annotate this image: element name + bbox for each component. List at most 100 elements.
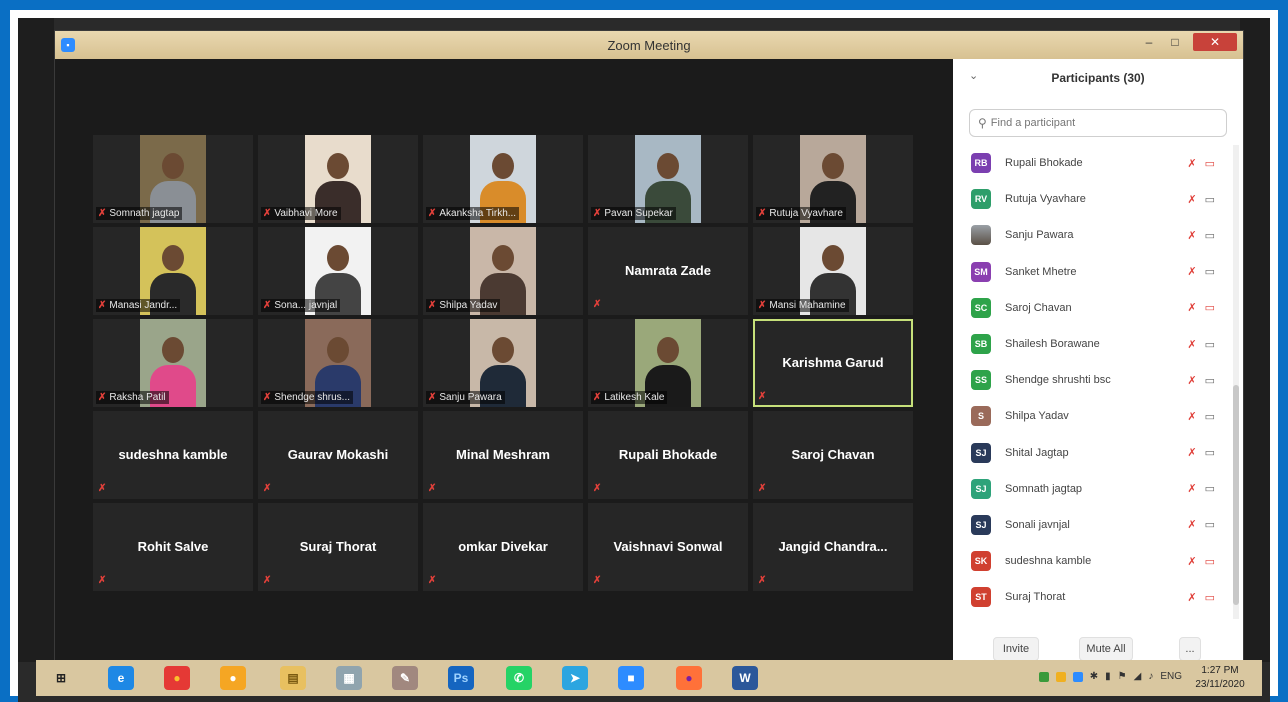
battery-icon[interactable]: ▮ [1105, 671, 1111, 682]
participant-row[interactable]: SB Shailesh Borawane ✗ ▭ [953, 326, 1233, 362]
maximize-button[interactable]: □ [1163, 33, 1187, 51]
mic-muted-icon[interactable]: ✗ [1187, 374, 1196, 387]
video-tile[interactable]: ✗ Pavan Supekar [588, 135, 748, 223]
word-icon[interactable]: W [732, 666, 758, 690]
video-tile[interactable]: Vaishnavi Sonwal ✗ [588, 503, 748, 591]
mic-muted-icon[interactable]: ✗ [1187, 229, 1196, 242]
video-icon[interactable]: ▭ [1205, 265, 1215, 278]
video-tile[interactable]: Rupali Bhokade ✗ [588, 411, 748, 499]
video-icon[interactable]: ▭ [1205, 518, 1215, 531]
video-tile[interactable]: ✗ Vaibhavi More [258, 135, 418, 223]
participant-search[interactable]: ⚲ [969, 109, 1227, 137]
video-tile[interactable]: ✗ Raksha Patil [93, 319, 253, 407]
video-tile[interactable]: ✗ Somnath jagtap [93, 135, 253, 223]
video-tile[interactable]: ✗ Manasi Jandr... [93, 227, 253, 315]
mic-muted-icon[interactable]: ✗ [1187, 193, 1196, 206]
tray-app-icon[interactable] [1055, 671, 1066, 682]
participant-row[interactable]: SM Sanket Mhetre ✗ ▭ [953, 254, 1233, 290]
participant-row[interactable]: SS Shendge shrushti bsc ✗ ▭ [953, 362, 1233, 398]
video-tile[interactable]: Karishma Garud ✗ [753, 319, 913, 407]
mic-muted-icon[interactable]: ✗ [1187, 518, 1196, 531]
wifi-icon[interactable]: ◢ [1134, 671, 1142, 682]
invite-button[interactable]: Invite [993, 637, 1039, 661]
participant-row[interactable]: SJ Sonali javnjal ✗ ▭ [953, 507, 1233, 543]
video-tile[interactable]: ✗ Rutuja Vyavhare [753, 135, 913, 223]
video-tile[interactable]: ✗ Shendge shrus... [258, 319, 418, 407]
video-icon[interactable]: ▭ [1205, 410, 1215, 423]
video-tile[interactable]: ✗ Sona... javnjal [258, 227, 418, 315]
video-tile[interactable]: Saroj Chavan ✗ [753, 411, 913, 499]
video-tile[interactable]: ✗ Shilpa Yadav [423, 227, 583, 315]
video-icon[interactable]: ▭ [1205, 229, 1215, 242]
video-icon[interactable]: ▭ [1205, 482, 1215, 495]
video-tile[interactable]: ✗ Akanksha Tirkh... [423, 135, 583, 223]
participant-row[interactable]: Sanju Pawara ✗ ▭ [953, 217, 1233, 253]
flag-icon[interactable]: ⚑ [1118, 671, 1127, 682]
video-icon[interactable]: ▭ [1205, 446, 1215, 459]
ie-icon[interactable]: e [108, 666, 134, 690]
participant-row[interactable] [953, 615, 1233, 619]
zoom-icon[interactable]: ■ [618, 666, 644, 690]
language-indicator[interactable]: ENG [1160, 671, 1182, 682]
video-tile[interactable]: ✗ Latikesh Kale [588, 319, 748, 407]
tray-zoom-icon[interactable] [1072, 671, 1083, 682]
mic-muted-icon[interactable]: ✗ [1187, 338, 1196, 351]
window-titlebar[interactable]: ▪ Zoom Meeting – □ ✕ [55, 31, 1243, 59]
participant-row[interactable]: SK sudeshna kamble ✗ ▭ [953, 543, 1233, 579]
participant-scrollbar[interactable] [1233, 145, 1239, 619]
video-tile[interactable]: Rohit Salve ✗ [93, 503, 253, 591]
mic-muted-icon[interactable]: ✗ [1187, 555, 1196, 568]
minimize-button[interactable]: – [1137, 33, 1161, 51]
participant-row[interactable]: SC Saroj Chavan ✗ ▭ [953, 290, 1233, 326]
video-icon[interactable]: ▭ [1205, 374, 1215, 387]
video-tile[interactable]: ✗ Mansi Mahamine [753, 227, 913, 315]
firefox-icon[interactable]: ● [676, 666, 702, 690]
tray-q-icon[interactable] [1038, 671, 1049, 682]
participant-row[interactable]: S Shilpa Yadav ✗ ▭ [953, 398, 1233, 434]
video-tile[interactable]: Suraj Thorat ✗ [258, 503, 418, 591]
participant-row[interactable]: RV Rutuja Vyavhare ✗ ▭ [953, 181, 1233, 217]
volume-icon[interactable]: ♪ [1148, 671, 1153, 682]
participant-row[interactable]: SJ Shital Jagtap ✗ ▭ [953, 435, 1233, 471]
participant-row[interactable]: RB Rupali Bhokade ✗ ▭ [953, 145, 1233, 181]
photoshop-icon[interactable]: Ps [448, 666, 474, 690]
video-tile[interactable]: Gaurav Mokashi ✗ [258, 411, 418, 499]
participant-row[interactable]: ST Suraj Thorat ✗ ▭ [953, 579, 1233, 615]
video-off-icon[interactable]: ▭ [1205, 301, 1215, 314]
mic-muted-icon: ✗ [758, 300, 767, 311]
mute-all-button[interactable]: Mute All [1079, 637, 1133, 661]
mic-muted-icon[interactable]: ✗ [1187, 591, 1196, 604]
video-tile[interactable]: omkar Divekar ✗ [423, 503, 583, 591]
bluetooth-icon[interactable]: ✱ [1090, 671, 1098, 682]
taskbar-clock[interactable]: 1:27 PM 23/11/2020 [1190, 664, 1250, 692]
search-input[interactable] [990, 117, 1191, 129]
video-off-icon[interactable]: ▭ [1205, 555, 1215, 568]
participant-row[interactable]: SJ Somnath jagtap ✗ ▭ [953, 471, 1233, 507]
video-off-icon[interactable]: ▭ [1205, 157, 1215, 170]
mic-muted-icon[interactable]: ✗ [1187, 482, 1196, 495]
scrollbar-thumb[interactable] [1233, 385, 1239, 605]
chrome-icon[interactable]: ● [164, 666, 190, 690]
mic-muted-icon[interactable]: ✗ [1187, 157, 1196, 170]
mic-muted-icon[interactable]: ✗ [1187, 446, 1196, 459]
video-tile[interactable]: Minal Meshram ✗ [423, 411, 583, 499]
media-icon[interactable]: ● [220, 666, 246, 690]
video-tile[interactable]: sudeshna kamble ✗ [93, 411, 253, 499]
mic-muted-icon[interactable]: ✗ [1187, 265, 1196, 278]
video-icon[interactable]: ▭ [1205, 338, 1215, 351]
video-tile[interactable]: Namrata Zade ✗ [588, 227, 748, 315]
mic-muted-icon[interactable]: ✗ [1187, 301, 1196, 314]
video-off-icon[interactable]: ▭ [1205, 591, 1215, 604]
video-icon[interactable]: ▭ [1205, 193, 1215, 206]
windows-start-icon[interactable]: ⊞ [48, 666, 74, 690]
more-button[interactable]: ... [1179, 637, 1201, 661]
mic-muted-icon[interactable]: ✗ [1187, 410, 1196, 423]
video-tile[interactable]: Jangid Chandra... ✗ [753, 503, 913, 591]
calculator-icon[interactable]: ▦ [336, 666, 362, 690]
whatsapp-icon[interactable]: ✆ [506, 666, 532, 690]
telegram-icon[interactable]: ➤ [562, 666, 588, 690]
close-button[interactable]: ✕ [1193, 33, 1237, 51]
video-tile[interactable]: ✗ Sanju Pawara [423, 319, 583, 407]
paint-icon[interactable]: ✎ [392, 666, 418, 690]
folder-icon[interactable]: ▤ [280, 666, 306, 690]
